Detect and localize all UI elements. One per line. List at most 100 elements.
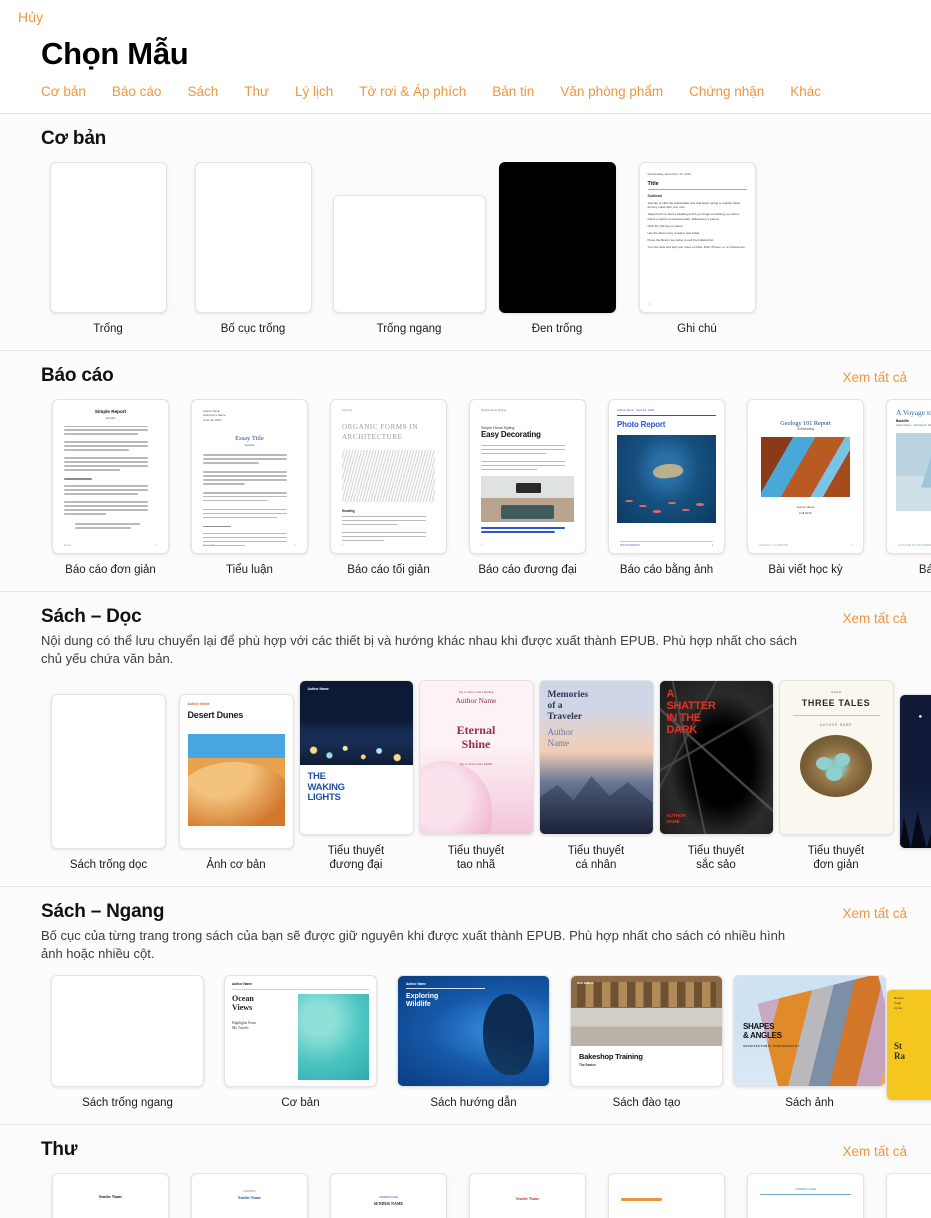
letter-sender: SENDER NAME <box>373 1201 404 1206</box>
template-card-sach-trong-doc[interactable]: Sách trống dọc <box>41 694 176 872</box>
template-card-den-trong[interactable]: Đen trống <box>487 162 627 336</box>
thumbnail-term-paper[interactable]: Geology 101 Report Subheading Author Nam… <box>747 399 864 554</box>
tab-bao-cao[interactable]: Báo cáo <box>112 84 162 99</box>
section-thu: Thư Xem tất cả Sender Name ADDRESS Sende… <box>0 1125 931 1218</box>
thumbnail-shapes-angles[interactable]: SHAPES & ANGLES ARCHITECTURAL PHOTOGRAPH… <box>733 975 886 1087</box>
book-title: Memories of a Traveler <box>547 690 589 722</box>
template-card-tieu-thuyet-ca-nhan[interactable]: Memories of a Traveler Author Name Tiểu … <box>536 680 656 872</box>
thumbnail-night-book[interactable] <box>898 694 931 849</box>
template-card-bao-cao-don-gian[interactable]: Simple Report Subtitle Footer 1 Báo cáo … <box>41 399 180 577</box>
thumbnail-blank-book-portrait[interactable] <box>51 694 166 849</box>
template-card-anh-co-ban[interactable]: Author Name Desert Dunes Ảnh cơ bản <box>176 694 296 872</box>
tab-sach[interactable]: Sách <box>187 84 218 99</box>
thumbnail-letter-teal[interactable]: COMPANY NAME <box>747 1173 864 1218</box>
template-card-tieu-thuyet-don-gian[interactable]: A Novel THREE TALES AUTHOR NAME Tiểu thu… <box>776 680 896 872</box>
template-card-sach-anh[interactable]: SHAPES & ANGLES ARCHITECTURAL PHOTOGRAPH… <box>733 975 886 1110</box>
template-caption: Bài viết học kỳ <box>768 564 843 576</box>
template-card-letter-5[interactable] <box>597 1173 736 1218</box>
thumbnail-memories-traveler[interactable]: Memories of a Traveler Author Name <box>538 680 654 835</box>
thumbnail-eternal-shine[interactable]: Tap or click to add a heading Author Nam… <box>418 680 534 835</box>
thumbnail-waking-lights[interactable]: Author Name THE WAKING LIGHTS <box>298 680 414 835</box>
template-caption: Sách đào tạo <box>612 1097 681 1109</box>
template-card-letter-1[interactable]: Sender Name <box>41 1173 180 1218</box>
template-card-tieu-luan[interactable]: Author Name Instructor's Name June 16, 2… <box>180 399 319 577</box>
thumbnail-blank[interactable] <box>49 162 167 313</box>
template-card-sach-dao-tao[interactable]: 2024 Edition Bakeshop Training The Basic… <box>560 975 733 1110</box>
thumbnail-essay[interactable]: Author Name Instructor's Name June 16, 2… <box>191 399 308 554</box>
template-card-sach-trong-ngang[interactable]: Sách trống ngang <box>41 975 214 1110</box>
thumbnail-black-blank[interactable] <box>498 162 616 313</box>
template-card-co-ban-ngang[interactable]: Author Name Ocean Views Highlights From … <box>214 975 387 1110</box>
doc-title: A Voyage to t <box>896 408 931 417</box>
tab-chung-nhan[interactable]: Chứng nhận <box>689 84 764 99</box>
template-card-ghi-chu[interactable]: Wednesday, December 16, 2015 Title Subhe… <box>627 162 767 336</box>
section-header: Báo cáo Xem tất cả <box>0 351 931 387</box>
thumbnail-blank-book-landscape[interactable] <box>51 975 204 1087</box>
book-title: SHAPES & ANGLES <box>743 1022 782 1041</box>
thumbnail-minimal-report[interactable]: Tag Line ORGANIC FORMS IN ARCHITECTURE H… <box>330 399 447 554</box>
thumbnail-letter-orange[interactable] <box>608 1173 725 1218</box>
template-card-bao-cao-toi-gian[interactable]: Tag Line ORGANIC FORMS IN ARCHITECTURE H… <box>319 399 458 577</box>
page-title: Chọn Mẫu <box>41 36 189 71</box>
tab-co-ban[interactable]: Cơ bản <box>41 84 86 99</box>
book-kicker: A Novel <box>830 690 842 694</box>
thumbnail-letter-blue[interactable]: ADDRESS Sender Name <box>191 1173 308 1218</box>
template-card-sach-huong-dan[interactable]: Author Name Exploring Wildlife Sách hướn… <box>387 975 560 1110</box>
thumbnail-voyage-report[interactable]: A Voyage to t Backlife Author Name · Feb… <box>886 399 931 554</box>
book-author: Author Name <box>307 687 329 691</box>
template-card-tieu-thuyet-sac-sao[interactable]: A SHATTER IN THE DARK AUTHOR NAME Tiểu t… <box>656 680 776 872</box>
note-bullet: Press the Return key twice to end the bu… <box>647 237 715 242</box>
template-card-letter-4[interactable]: Sender Name <box>458 1173 597 1218</box>
template-card-letter-7[interactable] <box>875 1173 931 1218</box>
thumbnail-letter-classic[interactable]: Sender Name <box>52 1173 169 1218</box>
book-title: Bakeshop Training <box>579 1052 643 1061</box>
cancel-button[interactable]: Hủy <box>18 9 43 25</box>
see-all-link[interactable]: Xem tất cả <box>842 901 907 921</box>
doc-divider <box>617 414 716 416</box>
doc-heading <box>203 526 231 528</box>
tab-to-roi-ap-phich[interactable]: Tờ rơi & Áp phích <box>359 84 466 99</box>
template-card-bao-cao-c[interactable]: A Voyage to t Backlife Author Name · Feb… <box>875 399 931 577</box>
see-all-link[interactable]: Xem tất cả <box>842 365 907 385</box>
template-card-recipe[interactable]: Recipe Soup by Au St Ra <box>886 989 931 1110</box>
see-all-link[interactable]: Xem tất cả <box>842 1139 907 1159</box>
thumbnail-simple-report[interactable]: Simple Report Subtitle Footer 1 <box>52 399 169 554</box>
thumbnail-letter-red[interactable]: Sender Name <box>469 1173 586 1218</box>
template-card-trong[interactable]: Trống <box>41 162 175 336</box>
template-card-letter-3[interactable]: ADDRESS LINE SENDER NAME <box>319 1173 458 1218</box>
template-card-tieu-thuyet-duong-dai[interactable]: Author Name THE WAKING LIGHTS Tiểu thuyế… <box>296 680 416 872</box>
thumbnail-recipe-book[interactable]: Recipe Soup by Au St Ra <box>886 989 931 1101</box>
thumbnail-contemporary-report[interactable]: Simple Home Styling Simple Home Styling … <box>469 399 586 554</box>
template-card-tieu-thuyet-tao-nha[interactable]: Tap or click to add a heading Author Nam… <box>416 680 536 872</box>
template-card-letter-2[interactable]: ADDRESS Sender Name <box>180 1173 319 1218</box>
thumbnail-blank-landscape[interactable] <box>332 195 486 313</box>
see-all-link[interactable]: Xem tất cả <box>842 606 907 626</box>
thumbnail-exploring-wildlife[interactable]: Author Name Exploring Wildlife <box>397 975 550 1087</box>
template-card-bai-viet-hoc-ky[interactable]: Geology 101 Report Subheading Author Nam… <box>736 399 875 577</box>
tab-khac[interactable]: Khác <box>790 84 821 99</box>
template-card-letter-6[interactable]: COMPANY NAME <box>736 1173 875 1218</box>
template-card-ti[interactable]: Ti <box>896 694 931 872</box>
thumbnail-ocean-views[interactable]: Author Name Ocean Views Highlights From … <box>224 975 377 1087</box>
template-card-bao-cao-bang-anh[interactable]: Author Name · April 16, 2020 Photo Repor… <box>597 399 736 577</box>
book-subtitle: Highlights From My Travels <box>232 1021 256 1031</box>
template-card-trong-ngang[interactable]: Trống ngang <box>331 195 487 336</box>
doc-page: 1 <box>711 544 713 547</box>
template-caption: Báo cáo đương đại <box>478 564 577 576</box>
tab-van-phong-pham[interactable]: Văn phòng phẩm <box>560 84 663 99</box>
thumbnail-desert-dunes[interactable]: Author Name Desert Dunes <box>178 694 294 849</box>
thumbnail-photo-report[interactable]: Author Name · April 16, 2020 Photo Repor… <box>608 399 725 554</box>
template-card-bo-cuc-trong[interactable]: Bố cục trống <box>175 162 331 336</box>
letter-sender: Sender Name <box>99 1194 122 1199</box>
thumbnail-letter-bold[interactable]: ADDRESS LINE SENDER NAME <box>330 1173 447 1218</box>
tab-ban-tin[interactable]: Bản tin <box>492 84 534 99</box>
thumbnail-bakeshop-training[interactable]: 2024 Edition Bakeshop Training The Basic… <box>570 975 723 1087</box>
thumbnail-three-tales[interactable]: A Novel THREE TALES AUTHOR NAME <box>778 680 894 835</box>
tab-ly-lich[interactable]: Lý lịch <box>295 84 333 99</box>
thumbnail-shatter-in-dark[interactable]: A SHATTER IN THE DARK AUTHOR NAME <box>658 680 774 835</box>
thumbnail-note[interactable]: Wednesday, December 16, 2015 Title Subhe… <box>638 162 756 313</box>
template-card-bao-cao-duong-dai[interactable]: Simple Home Styling Simple Home Styling … <box>458 399 597 577</box>
thumbnail-blank-layout[interactable] <box>194 162 312 313</box>
thumbnail-letter-plain[interactable] <box>886 1173 931 1218</box>
tab-thu[interactable]: Thư <box>244 84 269 99</box>
